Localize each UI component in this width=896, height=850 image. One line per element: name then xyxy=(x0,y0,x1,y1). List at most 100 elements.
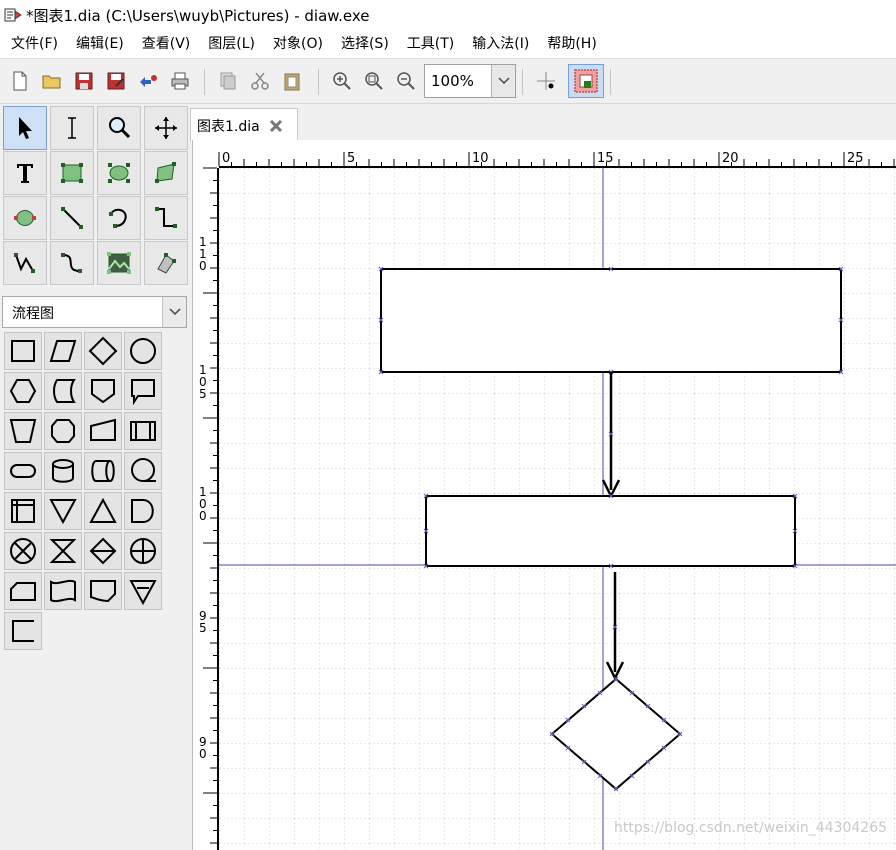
tab-diagram[interactable]: 图表1.dia xyxy=(190,108,298,142)
bezier-icon xyxy=(14,210,36,226)
text-tool[interactable] xyxy=(3,151,47,195)
copy-button[interactable] xyxy=(214,67,242,95)
shape-magnetic-disk[interactable] xyxy=(44,452,82,490)
shape-manual-input[interactable] xyxy=(84,412,122,450)
menu-view[interactable]: 查看(V) xyxy=(133,30,200,58)
shape-input-output[interactable] xyxy=(44,332,82,370)
zoom-out-button[interactable] xyxy=(392,67,420,95)
zoom-in-button[interactable] xyxy=(328,67,356,95)
shape-terminator-hex[interactable] xyxy=(44,412,82,450)
sheet-selector[interactable]: 流程图 xyxy=(2,296,187,328)
shape-stored-data[interactable] xyxy=(44,372,82,410)
zoom-combobox[interactable] xyxy=(424,64,516,98)
shape-direct-access[interactable] xyxy=(84,452,122,490)
export-button[interactable] xyxy=(134,67,162,95)
snap-grid-button[interactable] xyxy=(532,67,560,95)
vruler-label: 0 xyxy=(199,509,207,523)
shape-summing-junction[interactable] xyxy=(4,532,42,570)
zoom-dropdown-button[interactable] xyxy=(491,65,515,97)
shape-preparation[interactable] xyxy=(4,372,42,410)
card-icon xyxy=(10,582,36,601)
triangle-down-bar-icon xyxy=(129,580,157,606)
shape-sort[interactable] xyxy=(84,532,122,570)
snap-objects-button[interactable] xyxy=(568,64,604,98)
pointer-icon xyxy=(19,117,32,139)
hourglass-icon xyxy=(49,539,77,563)
scroll-tool[interactable] xyxy=(144,106,188,150)
move-icon xyxy=(155,117,177,139)
new-button[interactable] xyxy=(6,67,34,95)
beziergon-tool[interactable] xyxy=(3,196,47,240)
shape-collate[interactable] xyxy=(44,532,82,570)
shape-document[interactable] xyxy=(124,372,162,410)
shape-or[interactable] xyxy=(124,532,162,570)
shape-predefined-process[interactable] xyxy=(124,412,162,450)
image-tool[interactable] xyxy=(97,241,141,285)
ellipse-tool[interactable] xyxy=(97,151,141,195)
close-icon[interactable] xyxy=(268,118,284,134)
shape-transaction-file[interactable] xyxy=(84,572,122,610)
shape-connector[interactable] xyxy=(124,332,162,370)
menu-edit[interactable]: 编辑(E) xyxy=(67,30,133,58)
box-tool[interactable] xyxy=(50,151,94,195)
shape-internal-storage[interactable] xyxy=(4,492,42,530)
save-as-button[interactable] xyxy=(102,67,130,95)
open-button[interactable] xyxy=(38,67,66,95)
line-tool[interactable] xyxy=(50,196,94,240)
circle-icon xyxy=(130,338,156,364)
outline-tool[interactable] xyxy=(144,241,188,285)
process-icon xyxy=(11,340,35,362)
paste-button[interactable] xyxy=(278,67,306,95)
octagon-icon xyxy=(51,419,75,443)
copy-icon xyxy=(220,72,236,90)
menu-input-method[interactable]: 输入法(I) xyxy=(463,30,538,58)
bezierline-tool[interactable] xyxy=(50,241,94,285)
shape-extract[interactable] xyxy=(84,492,122,530)
shape-terminal[interactable] xyxy=(4,452,42,490)
predefined-process-icon xyxy=(130,421,156,441)
shape-process[interactable] xyxy=(4,332,42,370)
shape-delay[interactable] xyxy=(124,492,162,530)
diagram-canvas-area: 0 5 10 15 20 25 1 1 0 1 0 5 1 0 0 9 5 9 … xyxy=(192,140,896,850)
menu-tools[interactable]: 工具(T) xyxy=(398,30,463,58)
polyline-tool[interactable] xyxy=(3,241,47,285)
sequential-access-icon xyxy=(131,458,156,482)
pointer-tool[interactable] xyxy=(3,106,47,150)
shape-merge[interactable] xyxy=(44,492,82,530)
toolbar-separator xyxy=(610,69,611,95)
zoom-fit-button[interactable] xyxy=(360,67,388,95)
arc-tool[interactable] xyxy=(97,196,141,240)
flowchart-box-1[interactable] xyxy=(378,266,844,375)
diagram-canvas[interactable]: 0 5 10 15 20 25 1 1 0 1 0 5 1 0 0 9 5 9 … xyxy=(193,140,896,850)
polygon-tool[interactable] xyxy=(144,151,188,195)
cylinder-icon xyxy=(52,459,74,483)
magnify-tool[interactable] xyxy=(97,106,141,150)
shape-annotation[interactable] xyxy=(4,612,42,650)
tab-label: 图表1.dia xyxy=(197,118,260,135)
shape-merge-triangle[interactable] xyxy=(124,572,162,610)
menu-layers[interactable]: 图层(L) xyxy=(199,30,264,58)
cut-button[interactable] xyxy=(246,67,274,95)
text-tool-icon xyxy=(17,164,33,183)
shape-manual-operation[interactable] xyxy=(4,412,42,450)
annotation-icon xyxy=(12,620,34,642)
menu-help[interactable]: 帮助(H) xyxy=(538,30,605,58)
shape-sequential-access[interactable] xyxy=(124,452,162,490)
zoom-input[interactable] xyxy=(425,65,491,97)
flowchart-box-2[interactable] xyxy=(423,493,798,569)
menu-select[interactable]: 选择(S) xyxy=(332,30,398,58)
sheet-dropdown-button[interactable] xyxy=(162,297,186,327)
shape-punched-tape[interactable] xyxy=(44,572,82,610)
menu-file[interactable]: 文件(F) xyxy=(2,30,67,58)
shape-decision[interactable] xyxy=(84,332,122,370)
sort-icon xyxy=(89,537,117,565)
polygon-icon xyxy=(155,162,176,183)
print-button[interactable] xyxy=(166,67,194,95)
text-edit-tool[interactable] xyxy=(50,106,94,150)
chevron-down-icon xyxy=(497,77,510,85)
menu-objects[interactable]: 对象(O) xyxy=(264,30,332,58)
shape-offpage[interactable] xyxy=(84,372,122,410)
zigzag-tool[interactable] xyxy=(144,196,188,240)
save-button[interactable] xyxy=(70,67,98,95)
shape-card[interactable] xyxy=(4,572,42,610)
